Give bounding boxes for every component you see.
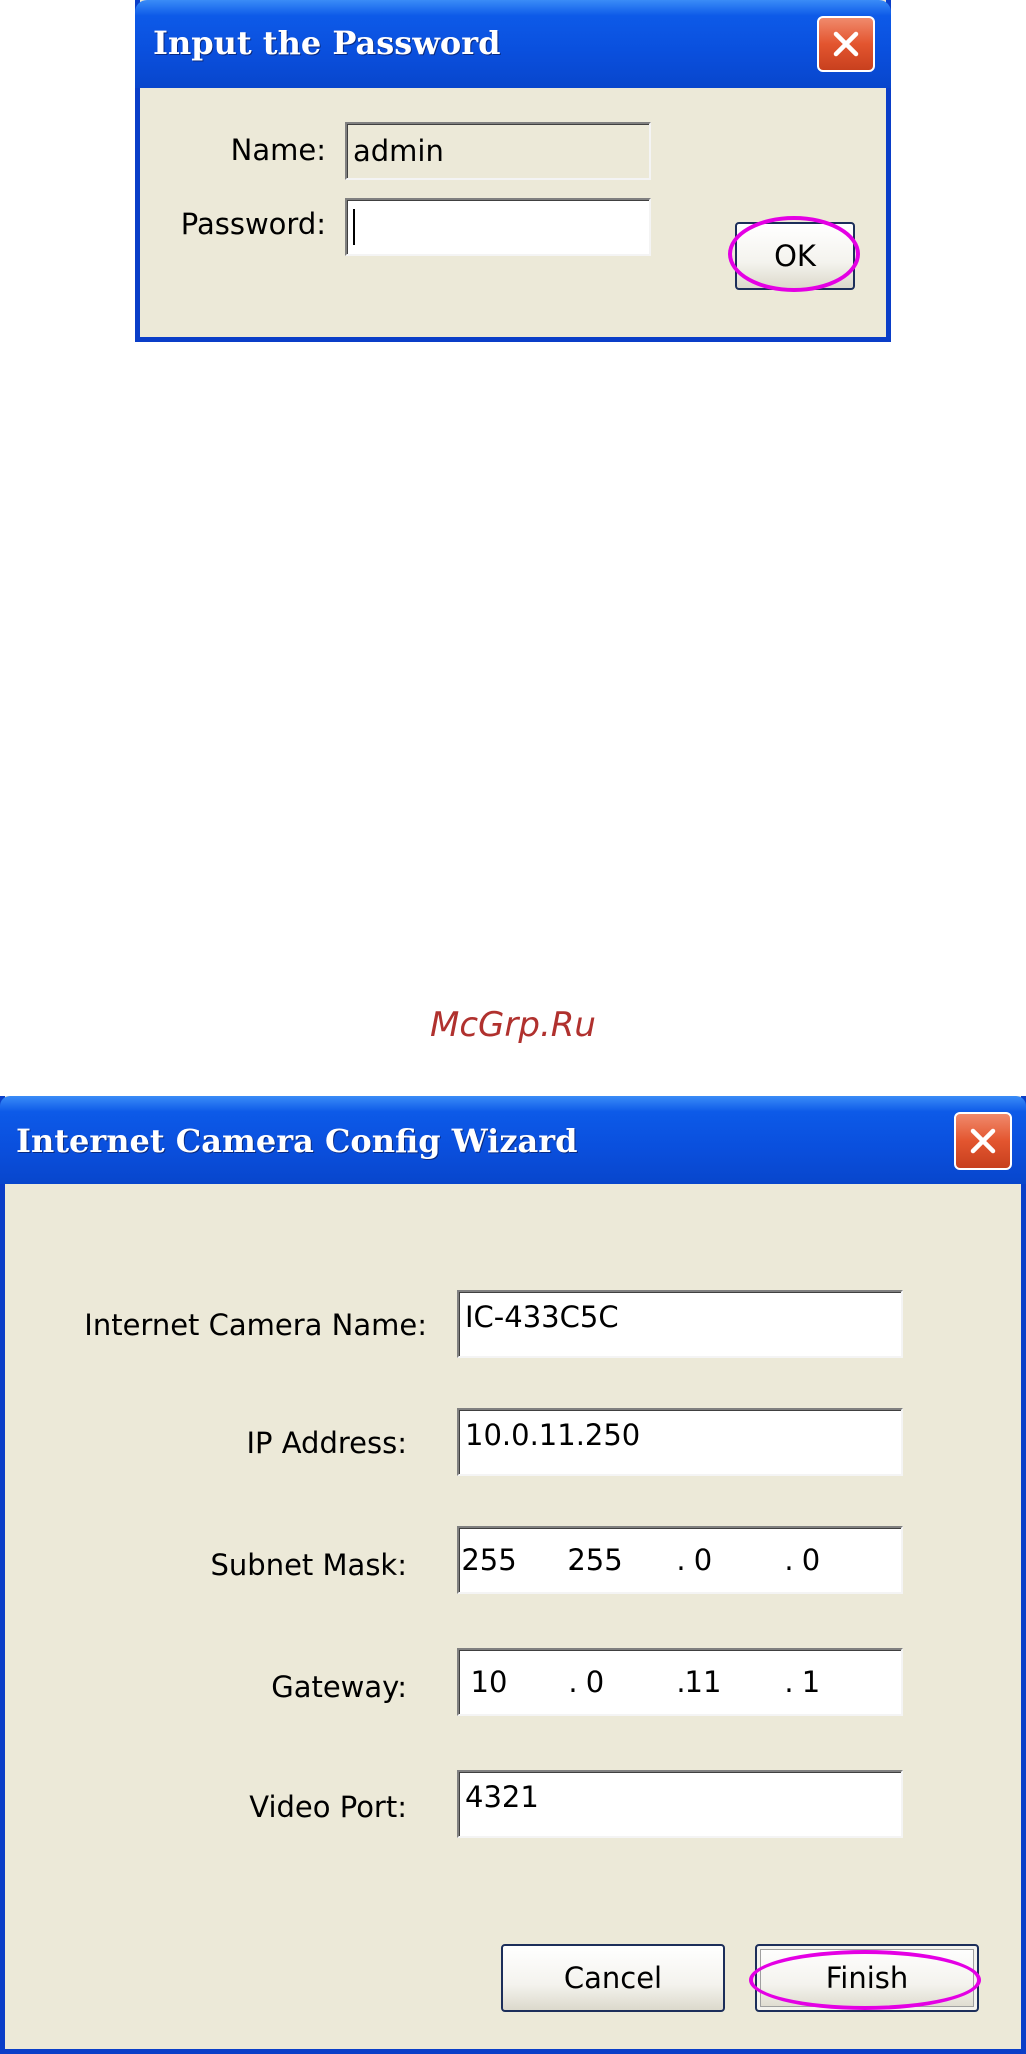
password-dialog-close-button[interactable] (817, 16, 875, 72)
camera-name-label: Internet Camera Name: (84, 1308, 427, 1342)
ok-button[interactable]: OK (735, 222, 855, 290)
ip-address-value: 10.0.11.250 (465, 1418, 641, 1452)
gateway-label: Gateway: (271, 1670, 407, 1704)
gateway-octet-4[interactable]: 1 (781, 1650, 841, 1714)
finish-button-label: Finish (825, 1961, 909, 1995)
text-caret (353, 209, 355, 245)
password-dialog: Input the Password Name: admin Password:… (135, 0, 891, 342)
config-wizard-dialog: Internet Camera Config Wizard Internet C… (0, 1096, 1026, 2054)
video-port-value: 4321 (465, 1780, 539, 1814)
cancel-button[interactable]: Cancel (501, 1944, 725, 2012)
password-label: Password: (180, 207, 326, 241)
password-field[interactable] (345, 198, 651, 256)
ok-button-label: OK (774, 239, 816, 273)
name-value: admin (353, 134, 444, 168)
subnet-octet-4[interactable]: 0 (781, 1528, 841, 1592)
gateway-field[interactable]: 10 . 0 . 11 . 1 (457, 1648, 903, 1716)
name-field[interactable]: admin (345, 122, 651, 180)
config-wizard-titlebar[interactable]: Internet Camera Config Wizard (0, 1096, 1026, 1184)
subnet-octet-2[interactable]: 255 (565, 1528, 625, 1592)
finish-button[interactable]: Finish (755, 1944, 979, 2012)
subnet-mask-label: Subnet Mask: (210, 1548, 407, 1582)
gateway-octet-1[interactable]: 10 (459, 1650, 519, 1714)
subnet-mask-field[interactable]: 255 . 255 . 0 . 0 (457, 1526, 903, 1594)
password-dialog-titlebar[interactable]: Input the Password (135, 0, 891, 88)
video-port-label: Video Port: (249, 1790, 407, 1824)
camera-name-field[interactable]: IC-433C5C (457, 1290, 903, 1358)
camera-name-value: IC-433C5C (465, 1300, 619, 1334)
close-icon (833, 31, 859, 57)
watermark-text: McGrp.Ru (430, 1005, 596, 1045)
ip-address-field[interactable]: 10.0.11.250 (457, 1408, 903, 1476)
ip-address-label: IP Address: (246, 1426, 407, 1460)
gateway-octet-3[interactable]: 11 (673, 1650, 733, 1714)
password-dialog-title: Input the Password (153, 24, 501, 62)
name-label: Name: (230, 133, 326, 167)
video-port-field[interactable]: 4321 (457, 1770, 903, 1838)
gateway-octet-2[interactable]: 0 (565, 1650, 625, 1714)
subnet-octet-3[interactable]: 0 (673, 1528, 733, 1592)
close-icon (970, 1128, 996, 1154)
config-wizard-close-button[interactable] (954, 1112, 1012, 1170)
config-wizard-title: Internet Camera Config Wizard (16, 1122, 578, 1160)
cancel-button-label: Cancel (563, 1961, 663, 1995)
subnet-octet-1[interactable]: 255 (459, 1528, 519, 1592)
